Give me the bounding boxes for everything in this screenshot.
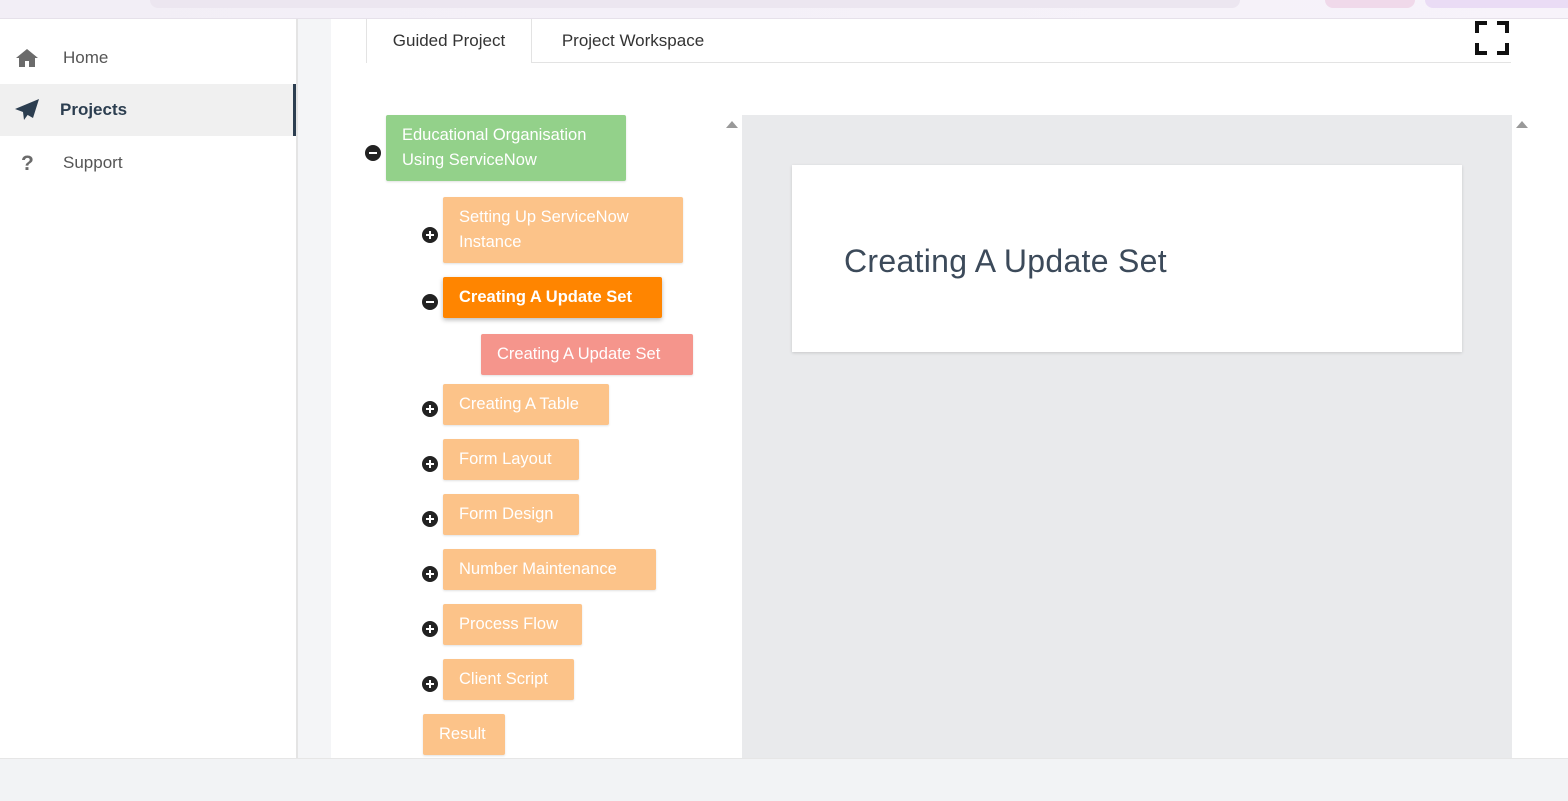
top-strip-bar	[150, 0, 1240, 8]
tree-node-step-active[interactable]: Creating A Update Set	[443, 277, 662, 318]
content-card: Creating A Update Set	[792, 165, 1462, 352]
tree-node-step[interactable]: Setting Up ServiceNow Instance	[443, 197, 683, 263]
expand-icon[interactable]	[422, 621, 438, 637]
tree-node-result[interactable]: Result	[423, 714, 505, 755]
collapse-icon[interactable]	[422, 294, 438, 310]
question-icon: ?	[14, 150, 40, 176]
tree-node-step[interactable]: Form Design	[443, 494, 579, 535]
top-strip-badge	[1325, 0, 1415, 8]
content-title: Creating A Update Set	[844, 243, 1167, 279]
tree-node-step[interactable]: Form Layout	[443, 439, 579, 480]
tree-node-child[interactable]: Creating A Update Set	[481, 334, 693, 375]
browser-top-strip	[0, 0, 1568, 19]
svg-text:?: ?	[21, 152, 34, 174]
expand-icon[interactable]	[422, 566, 438, 582]
paper-plane-icon	[14, 97, 40, 123]
tab-label: Guided Project	[392, 31, 506, 50]
sidebar-item-label: Home	[63, 48, 109, 67]
top-strip-button	[1425, 0, 1568, 8]
tab-bar: Guided Project Project Workspace	[366, 19, 1511, 63]
expand-icon[interactable]	[422, 511, 438, 527]
tree-node-step[interactable]: Number Maintenance	[443, 549, 656, 590]
tree-scroll-up-icon[interactable]	[725, 119, 739, 129]
sidebar-item-label: Projects	[60, 100, 128, 119]
bottom-bar	[0, 758, 1568, 801]
expand-icon[interactable]	[422, 401, 438, 417]
content-panel: Creating A Update Set	[742, 115, 1512, 758]
tree-node-step[interactable]: Process Flow	[443, 604, 582, 645]
sidebar-item-label: Support	[63, 153, 123, 172]
tab-label: Project Workspace	[561, 30, 705, 50]
tab-guided-project[interactable]: Guided Project	[366, 19, 532, 63]
expand-icon[interactable]	[422, 676, 438, 692]
main-panel: Guided Project Project Workspace Educati…	[331, 19, 1568, 758]
tree-node-root[interactable]: Educational Organisation Using ServiceNo…	[386, 115, 626, 181]
fullscreen-icon[interactable]	[1475, 21, 1509, 55]
sidebar-item-projects[interactable]: Projects	[0, 84, 296, 136]
sidebar-item-home[interactable]: Home	[0, 32, 296, 84]
tree-node-step[interactable]: Client Script	[443, 659, 574, 700]
collapse-icon[interactable]	[365, 145, 381, 161]
expand-icon[interactable]	[422, 227, 438, 243]
sidebar: Home Projects ? Support	[0, 19, 298, 758]
sidebar-item-support[interactable]: ? Support	[0, 137, 296, 189]
content-scroll-up-icon[interactable]	[1515, 119, 1529, 129]
tree-node-step[interactable]: Creating A Table	[443, 384, 609, 425]
tab-project-workspace[interactable]: Project Workspace	[532, 19, 734, 62]
expand-icon[interactable]	[422, 456, 438, 472]
home-icon	[14, 45, 40, 71]
